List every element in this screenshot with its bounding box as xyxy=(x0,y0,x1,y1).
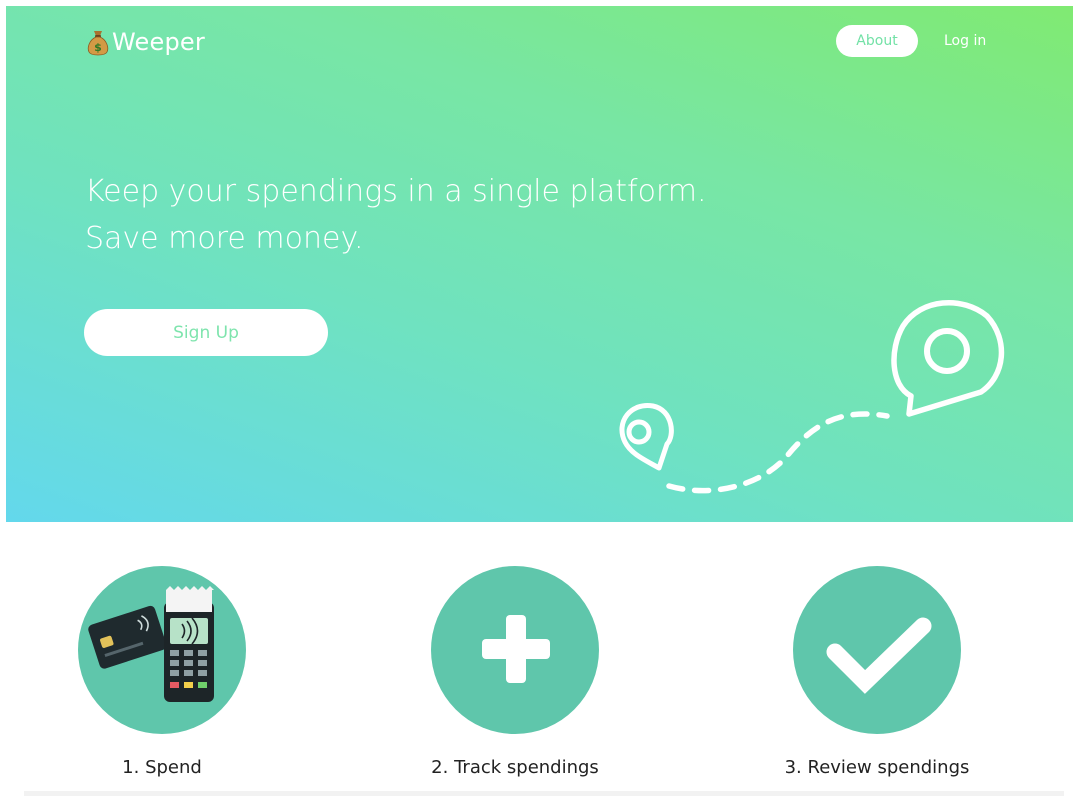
plus-icon xyxy=(482,615,550,683)
hero-banner: $ Weeper About Log in Keep your spending… xyxy=(6,6,1073,522)
step-label-spend: 1. Spend xyxy=(122,757,202,778)
card-payment-terminal-icon xyxy=(88,586,214,702)
hero-headline: Keep your spendings in a single platform… xyxy=(85,168,707,262)
login-link[interactable]: Log in xyxy=(944,33,986,49)
signup-button[interactable]: Sign Up xyxy=(84,309,328,356)
money-bag-icon: $ xyxy=(87,31,109,56)
brand-name: Weeper xyxy=(112,28,205,56)
headline-line-2: Save more money. xyxy=(85,221,364,256)
step-label-review: 3. Review spendings xyxy=(784,757,970,778)
brand-logo[interactable]: $ Weeper xyxy=(86,25,205,59)
steps-section: 1. Spend 2. Track spendings 3. Review sp… xyxy=(0,566,1073,796)
svg-text:$: $ xyxy=(94,41,102,54)
top-nav: About Log in xyxy=(836,25,986,57)
step-circle xyxy=(793,566,961,734)
step-circle xyxy=(431,566,599,734)
step-spend: 1. Spend xyxy=(42,566,282,778)
about-button[interactable]: About xyxy=(836,25,918,57)
checkmark-icon xyxy=(826,617,932,694)
section-divider xyxy=(24,791,1064,796)
headline-line-1: Keep your spendings in a single platform… xyxy=(85,174,707,209)
step-review: 3. Review spendings xyxy=(757,566,997,778)
map-route-pins-icon xyxy=(619,299,1005,494)
step-track: 2. Track spendings xyxy=(395,566,635,778)
step-label-track: 2. Track spendings xyxy=(431,757,599,778)
step-circle xyxy=(78,566,246,734)
